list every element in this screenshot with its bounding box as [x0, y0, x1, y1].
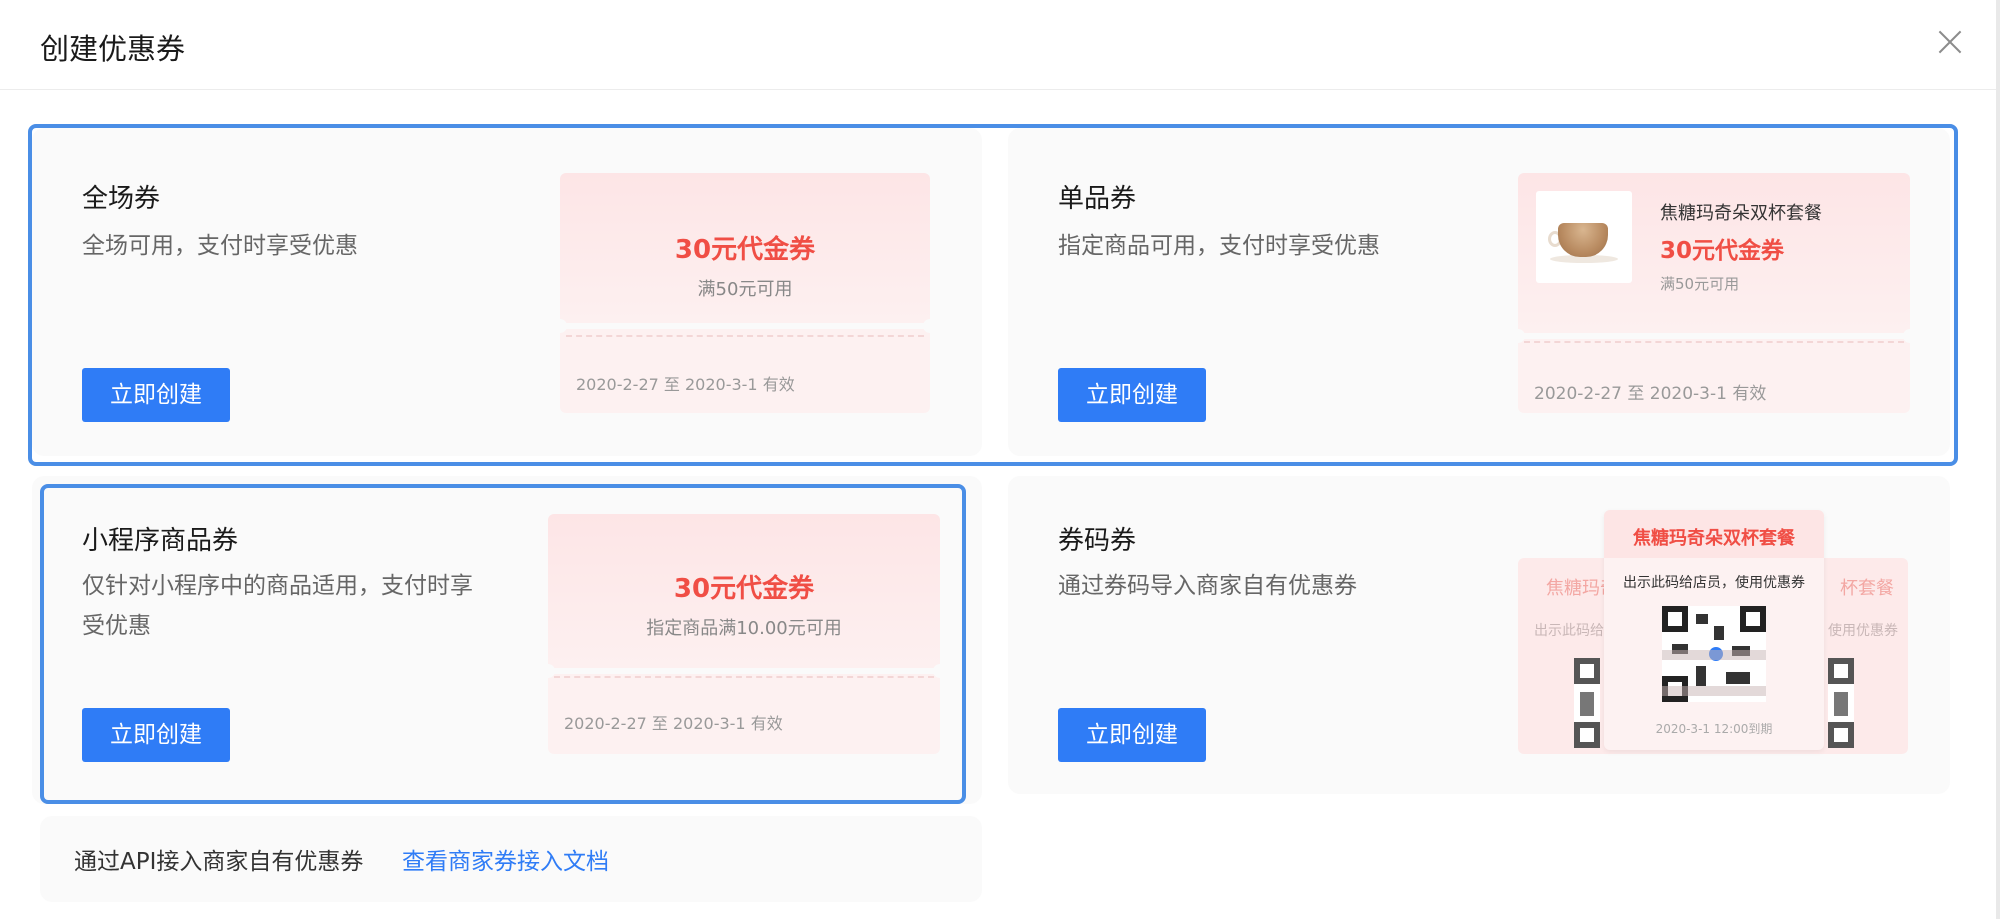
card-title: 券码券	[1058, 526, 1137, 556]
api-access-text: 通过API接入商家自有优惠券	[74, 849, 364, 875]
selection-highlight-mini-program	[40, 484, 966, 804]
qr-code-icon	[1828, 658, 1854, 748]
api-doc-link[interactable]: 查看商家券接入文档	[402, 842, 609, 876]
create-coupon-dialog: 创建优惠券 全场券 全场可用，支付时享受优惠 立即创建 30元代金券 满50元可…	[0, 0, 1996, 919]
coupon-type-card-code: 券码券 通过券码导入商家自有优惠券 立即创建 焦糖玛奇 杯套餐 出示此码给 使用…	[1008, 476, 1950, 794]
dialog-edge	[1996, 0, 2000, 919]
product-name: 焦糖玛奇朵双杯套餐	[1633, 528, 1795, 549]
selection-highlight-row1	[28, 124, 1958, 466]
back-ticket-right-title: 杯套餐	[1840, 578, 1894, 599]
coupon-code-preview: 焦糖玛奇 杯套餐 出示此码给 使用优惠券 焦糖玛奇朵双杯套餐 出示此码给店员，使…	[1518, 510, 1918, 782]
dialog-title: 创建优惠券	[40, 32, 186, 66]
back-ticket-left-instruction: 出示此码给	[1534, 623, 1604, 639]
card-description: 通过券码导入商家自有优惠券	[1058, 573, 1357, 599]
create-now-button[interactable]: 立即创建	[1058, 708, 1206, 762]
api-access-bar: 通过API接入商家自有优惠券 查看商家券接入文档	[40, 816, 982, 902]
back-ticket-right-instruction: 使用优惠券	[1828, 623, 1898, 639]
front-coupon-ticket: 焦糖玛奇朵双杯套餐 出示此码给店员，使用优惠券 2020-3-1 12:00到期	[1604, 510, 1824, 750]
qr-code-icon	[1574, 658, 1600, 748]
expiry-time: 2020-3-1 12:00到期	[1655, 722, 1773, 736]
dialog-header: 创建优惠券	[0, 0, 1996, 90]
qr-code-icon	[1662, 606, 1766, 702]
close-icon[interactable]	[1936, 28, 1964, 56]
usage-instruction: 出示此码给店员，使用优惠券	[1623, 575, 1805, 591]
